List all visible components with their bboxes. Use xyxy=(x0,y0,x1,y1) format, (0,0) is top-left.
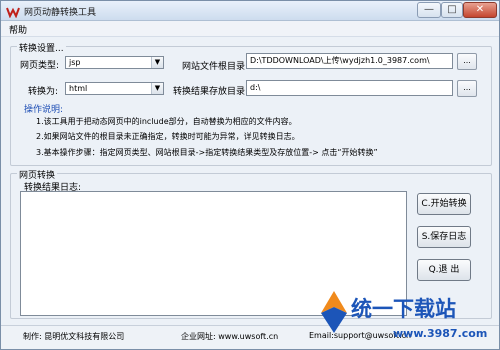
chevron-down-icon: ▼ xyxy=(151,57,163,68)
instruction-item: 2.如果网站文件的根目录未正确指定，转换时可能为异常，详见转换日志。 xyxy=(36,132,300,141)
watermark-logo-icon xyxy=(321,291,347,333)
output-dir-browse-button[interactable]: ... xyxy=(457,80,477,97)
exit-button[interactable]: Q.退 出 xyxy=(417,259,471,281)
instruction-item: 1.该工具用于把动态网页中的include部分，自动替换为相应的文件内容。 xyxy=(36,117,297,126)
title-bar[interactable]: 网页动静转换工具 — □ ✕ xyxy=(1,1,499,21)
window-title: 网页动静转换工具 xyxy=(24,8,97,18)
close-button[interactable]: ✕ xyxy=(463,2,497,18)
output-dir-label: 转换结果存放目录: xyxy=(173,87,249,97)
page-type-value: jsp xyxy=(69,58,81,67)
instructions-title: 操作说明: xyxy=(24,105,64,115)
page-type-label: 网页类型: xyxy=(20,61,60,71)
menu-help[interactable]: 帮助 xyxy=(9,23,27,36)
convert-to-select[interactable]: html ▼ xyxy=(65,82,164,95)
site-root-label: 网站文件根目录: xyxy=(182,62,249,72)
convert-to-label: 转换为: xyxy=(28,87,59,97)
close-icon: ✕ xyxy=(475,4,485,15)
convert-to-value: html xyxy=(69,84,88,93)
status-author: 制作: 昆明优文科技有限公司 xyxy=(23,332,125,341)
status-website: 企业网址: www.uwsoft.cn xyxy=(181,332,279,341)
app-window: 网页动静转换工具 — □ ✕ 帮助 转换设置... 网页类型: jsp ▼ 网站… xyxy=(0,0,500,350)
minimize-button[interactable]: — xyxy=(417,2,441,18)
save-log-button[interactable]: S.保存日志 xyxy=(417,226,471,248)
minimize-icon: — xyxy=(424,4,434,15)
chevron-down-icon: ▼ xyxy=(151,83,163,94)
settings-legend: 转换设置... xyxy=(17,41,66,54)
start-convert-button[interactable]: C.开始转换 xyxy=(417,193,471,215)
maximize-button[interactable]: □ xyxy=(441,2,463,18)
watermark-url: www.3987.com xyxy=(393,327,488,340)
menu-bar: 帮助 xyxy=(1,21,499,37)
site-root-input[interactable]: D:\TDDOWNLOAD\上传\wydjzh1.0_3987.com\ xyxy=(246,53,453,69)
instruction-item: 3.基本操作步骤：指定网页类型、网站根目录->指定转换结果类型及存放位置-> 点… xyxy=(36,148,378,157)
site-root-browse-button[interactable]: ... xyxy=(457,53,477,70)
watermark-text: 统一下载站 xyxy=(351,297,456,321)
output-dir-input[interactable]: d:\ xyxy=(246,80,453,96)
app-logo-icon xyxy=(6,7,20,18)
maximize-icon: □ xyxy=(447,4,457,15)
page-type-select[interactable]: jsp ▼ xyxy=(65,56,164,69)
